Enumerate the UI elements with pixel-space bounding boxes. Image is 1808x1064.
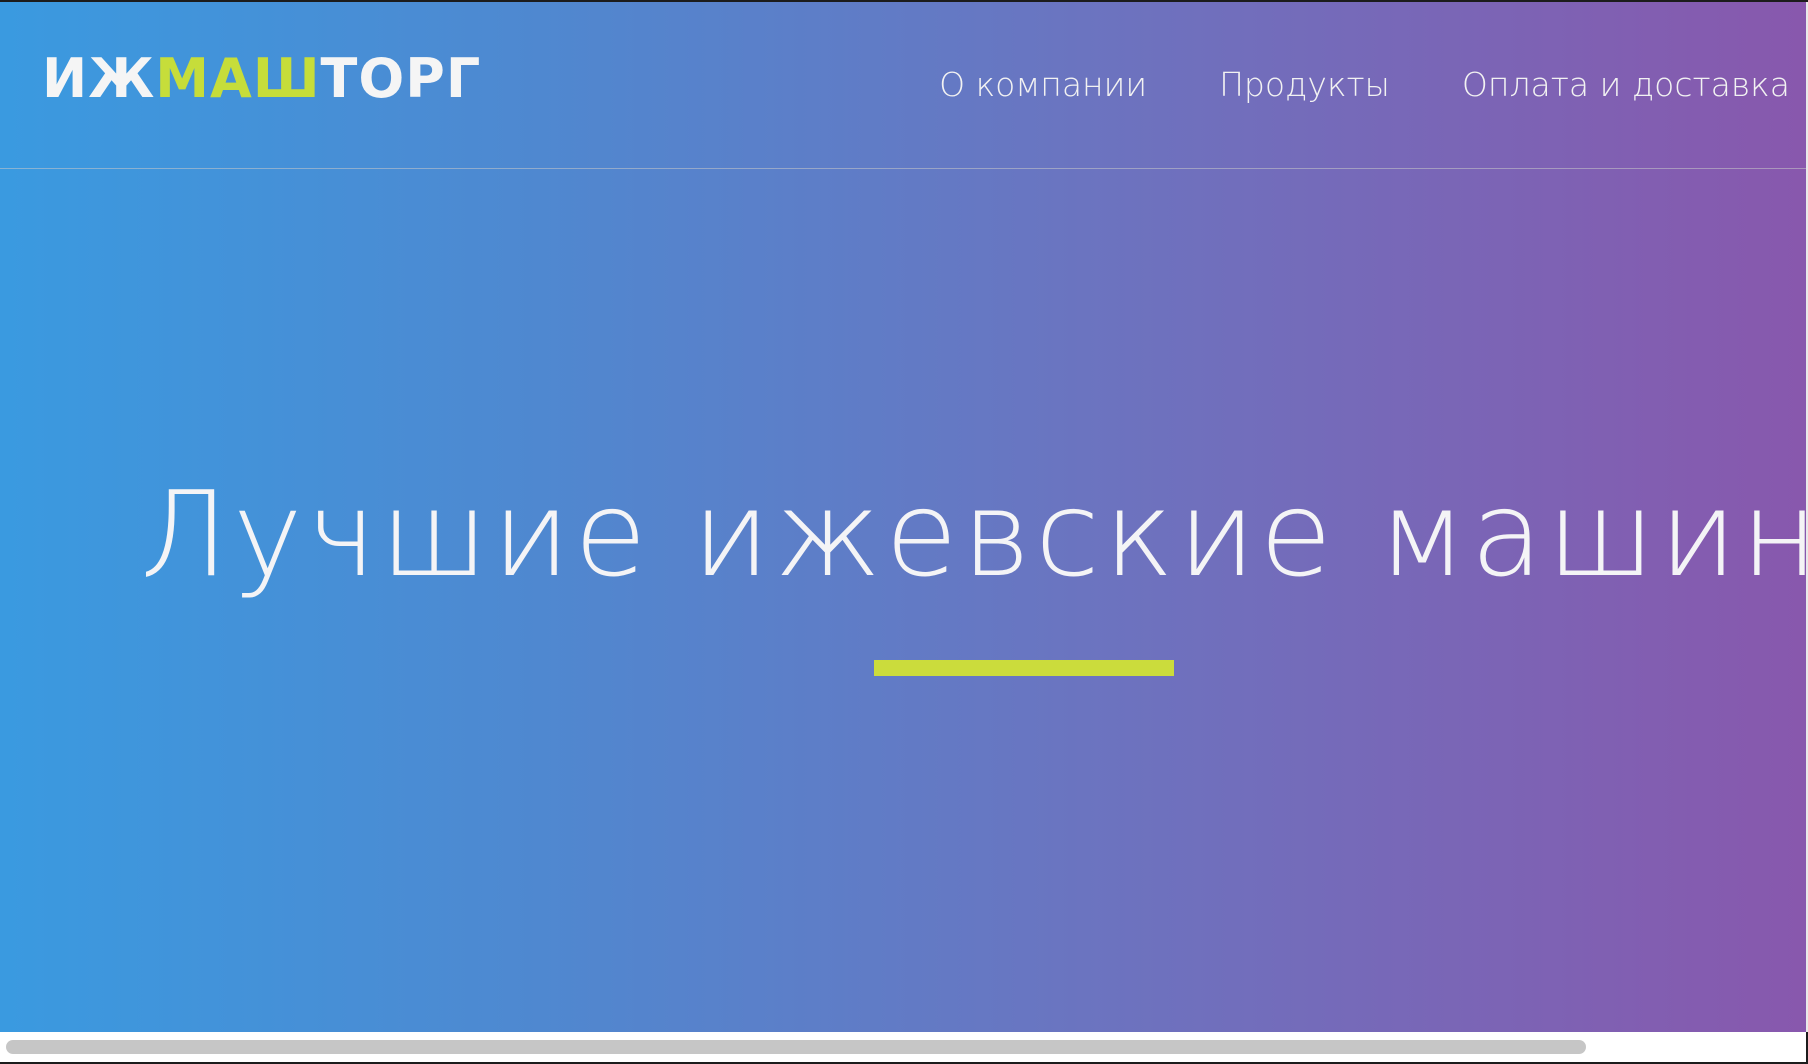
logo-part-torg: ТОРГ: [320, 47, 482, 110]
logo-part-izh: ИЖ: [42, 47, 156, 110]
hero-accent-underline: [874, 660, 1174, 676]
site-logo[interactable]: ИЖМАШТОРГ: [42, 52, 481, 106]
hero-title: Лучшие ижевские машины: [140, 465, 1806, 603]
nav-link-about[interactable]: О компании: [939, 68, 1147, 101]
browser-viewport: ИЖМАШТОРГ О компании Продукты Оплата и д…: [0, 0, 1808, 1064]
site-header: ИЖМАШТОРГ О компании Продукты Оплата и д…: [0, 2, 1806, 169]
horizontal-scrollbar-thumb[interactable]: [6, 1040, 1586, 1054]
nav-link-payment-delivery[interactable]: Оплата и доставка: [1462, 68, 1790, 101]
horizontal-scrollbar-track[interactable]: [0, 1032, 1806, 1062]
main-nav: О компании Продукты Оплата и доставка: [939, 68, 1790, 101]
nav-link-products[interactable]: Продукты: [1219, 68, 1390, 101]
logo-part-mash: МАШ: [155, 47, 321, 110]
hero-section: ИЖМАШТОРГ О компании Продукты Оплата и д…: [0, 2, 1806, 1032]
